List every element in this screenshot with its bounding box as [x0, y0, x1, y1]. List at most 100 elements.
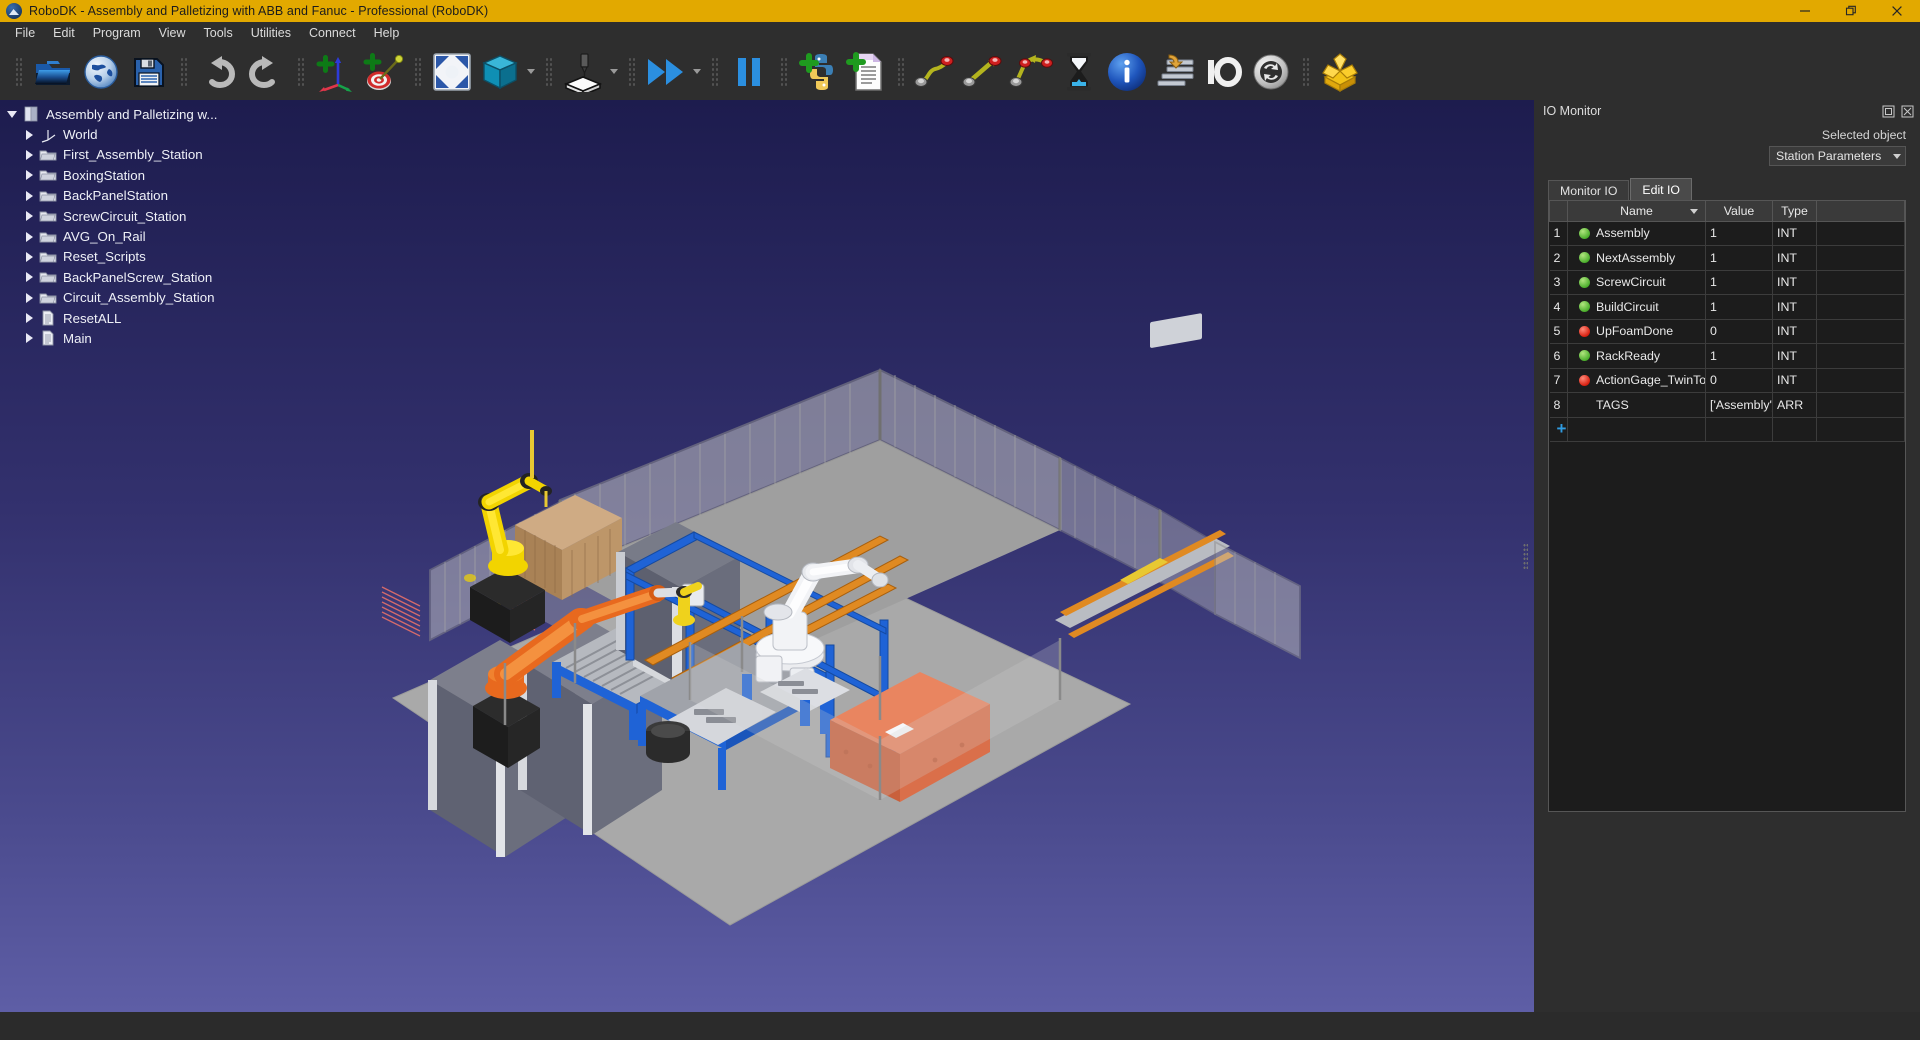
row-type[interactable]: INT: [1772, 294, 1817, 320]
row-value[interactable]: 1: [1705, 221, 1773, 246]
add-row-value-cell[interactable]: [1705, 417, 1773, 442]
save-floppy-icon[interactable]: [125, 48, 173, 96]
row-name-cell[interactable]: ActionGage_TwinTool: [1567, 368, 1706, 393]
chevron-right-icon[interactable]: [21, 333, 37, 344]
row-type[interactable]: INT: [1772, 270, 1817, 295]
tree-item-boxing-station[interactable]: BoxingStation: [4, 165, 420, 185]
menu-file[interactable]: File: [6, 24, 44, 42]
row-name-cell[interactable]: UpFoamDone: [1567, 319, 1706, 344]
tree-item-main[interactable]: Main: [4, 328, 420, 348]
chevron-right-icon[interactable]: [21, 149, 37, 160]
table-row[interactable]: 6 RackReady 1 INT: [1549, 343, 1905, 369]
row-value[interactable]: 1: [1705, 245, 1773, 271]
dock-splitter[interactable]: [1516, 100, 1534, 1012]
chevron-right-icon[interactable]: [21, 313, 37, 324]
chevron-right-icon[interactable]: [21, 251, 37, 262]
row-name-cell[interactable]: TAGS: [1567, 392, 1706, 418]
globe-icon[interactable]: [77, 48, 125, 96]
add-row[interactable]: +: [1549, 417, 1905, 442]
row-name-cell[interactable]: ScrewCircuit: [1567, 270, 1706, 295]
table-row[interactable]: 5 UpFoamDone 0 INT: [1549, 319, 1905, 344]
chevron-right-icon[interactable]: [21, 170, 37, 181]
row-type[interactable]: ARR: [1772, 392, 1817, 418]
row-value[interactable]: 1: [1705, 270, 1773, 295]
io-text-icon[interactable]: [1199, 48, 1247, 96]
tab-edit-io[interactable]: Edit IO: [1630, 178, 1692, 200]
tree-item-world[interactable]: World: [4, 124, 420, 144]
pause-icon[interactable]: [725, 48, 773, 96]
menu-connect[interactable]: Connect: [300, 24, 365, 42]
row-type[interactable]: INT: [1772, 319, 1817, 344]
table-row[interactable]: 7 ActionGage_TwinTool 0 INT: [1549, 368, 1905, 393]
row-type[interactable]: INT: [1772, 245, 1817, 271]
undock-icon[interactable]: [1882, 105, 1895, 118]
menu-help[interactable]: Help: [365, 24, 409, 42]
add-row-type-cell[interactable]: [1772, 417, 1817, 442]
row-value[interactable]: ['Assembly']: [1705, 392, 1773, 418]
tree-item-resetall[interactable]: ResetALL: [4, 308, 420, 328]
tool-chevron-down-icon[interactable]: [607, 48, 621, 96]
set-variable-icon[interactable]: [1151, 48, 1199, 96]
chevron-right-icon[interactable]: [21, 231, 37, 242]
open-package-box-icon[interactable]: [1316, 48, 1364, 96]
table-row[interactable]: 1 Assembly 1 INT: [1549, 221, 1905, 246]
row-value[interactable]: 0: [1705, 319, 1773, 344]
chevron-right-icon[interactable]: [21, 292, 37, 303]
wait-hourglass-icon[interactable]: [1055, 48, 1103, 96]
run-chevron-down-icon[interactable]: [690, 48, 704, 96]
fit-to-screen-icon[interactable]: [428, 48, 476, 96]
chevron-right-icon[interactable]: [21, 211, 37, 222]
redo-arrow-icon[interactable]: [242, 48, 290, 96]
row-value[interactable]: 1: [1705, 343, 1773, 369]
tree-item-avg-on-rail[interactable]: AVG_On_Rail: [4, 226, 420, 246]
menu-view[interactable]: View: [150, 24, 195, 42]
table-row[interactable]: 4 BuildCircuit 1 INT: [1549, 294, 1905, 320]
move-circular-icon[interactable]: [1007, 48, 1055, 96]
menu-utilities[interactable]: Utilities: [242, 24, 300, 42]
tree-item-screwcircuit-station[interactable]: ScrewCircuit_Station: [4, 206, 420, 226]
selected-object-dropdown[interactable]: Station Parameters: [1769, 146, 1906, 166]
row-name-cell[interactable]: Assembly: [1567, 221, 1706, 246]
io-table-container[interactable]: Name Value Type 1 Assembly 1 INT 2 NextA…: [1548, 200, 1906, 812]
tab-monitor-io[interactable]: Monitor IO: [1548, 180, 1630, 200]
row-name-cell[interactable]: BuildCircuit: [1567, 294, 1706, 320]
add-target-icon[interactable]: [359, 48, 407, 96]
col-value-header[interactable]: Value: [1705, 201, 1773, 222]
add-program-icon[interactable]: [842, 48, 890, 96]
close-panel-icon[interactable]: [1901, 105, 1914, 118]
add-row-name-cell[interactable]: [1567, 417, 1706, 442]
add-reference-frame-icon[interactable]: [311, 48, 359, 96]
chevron-down-icon[interactable]: [4, 110, 20, 118]
sync-circular-icon[interactable]: [1247, 48, 1295, 96]
menu-tools[interactable]: Tools: [195, 24, 242, 42]
col-name-header[interactable]: Name: [1567, 201, 1706, 222]
chevron-right-icon[interactable]: [21, 190, 37, 201]
open-folder-icon[interactable]: [29, 48, 77, 96]
tree-item-reset-scripts[interactable]: Reset_Scripts: [4, 247, 420, 267]
tree-item-backpanelscrew-station[interactable]: BackPanelScrew_Station: [4, 267, 420, 287]
minimize-icon[interactable]: [1782, 0, 1828, 22]
col-type-header[interactable]: Type: [1772, 201, 1817, 222]
move-joint-icon[interactable]: [911, 48, 959, 96]
view-mode-chevron-down-icon[interactable]: [524, 48, 538, 96]
tool-on-object-icon[interactable]: [559, 48, 607, 96]
add-row-button[interactable]: +: [1549, 417, 1568, 442]
tree-item-circuit-assembly-station[interactable]: Circuit_Assembly_Station: [4, 288, 420, 308]
close-icon[interactable]: [1874, 0, 1920, 22]
row-type[interactable]: INT: [1772, 221, 1817, 246]
row-type[interactable]: INT: [1772, 343, 1817, 369]
sort-descending-icon[interactable]: [1690, 208, 1698, 214]
menu-edit[interactable]: Edit: [44, 24, 84, 42]
table-row[interactable]: 8 TAGS ['Assembly'] ARR: [1549, 392, 1905, 418]
isometric-cube-icon[interactable]: [476, 48, 524, 96]
row-name-cell[interactable]: RackReady: [1567, 343, 1706, 369]
table-row[interactable]: 2 NextAssembly 1 INT: [1549, 245, 1905, 271]
row-value[interactable]: 0: [1705, 368, 1773, 393]
table-row[interactable]: 3 ScrewCircuit 1 INT: [1549, 270, 1905, 295]
move-linear-icon[interactable]: [959, 48, 1007, 96]
undo-arrow-icon[interactable]: [194, 48, 242, 96]
maximize-icon[interactable]: [1828, 0, 1874, 22]
row-type[interactable]: INT: [1772, 368, 1817, 393]
menu-program[interactable]: Program: [84, 24, 150, 42]
row-name-cell[interactable]: NextAssembly: [1567, 245, 1706, 271]
